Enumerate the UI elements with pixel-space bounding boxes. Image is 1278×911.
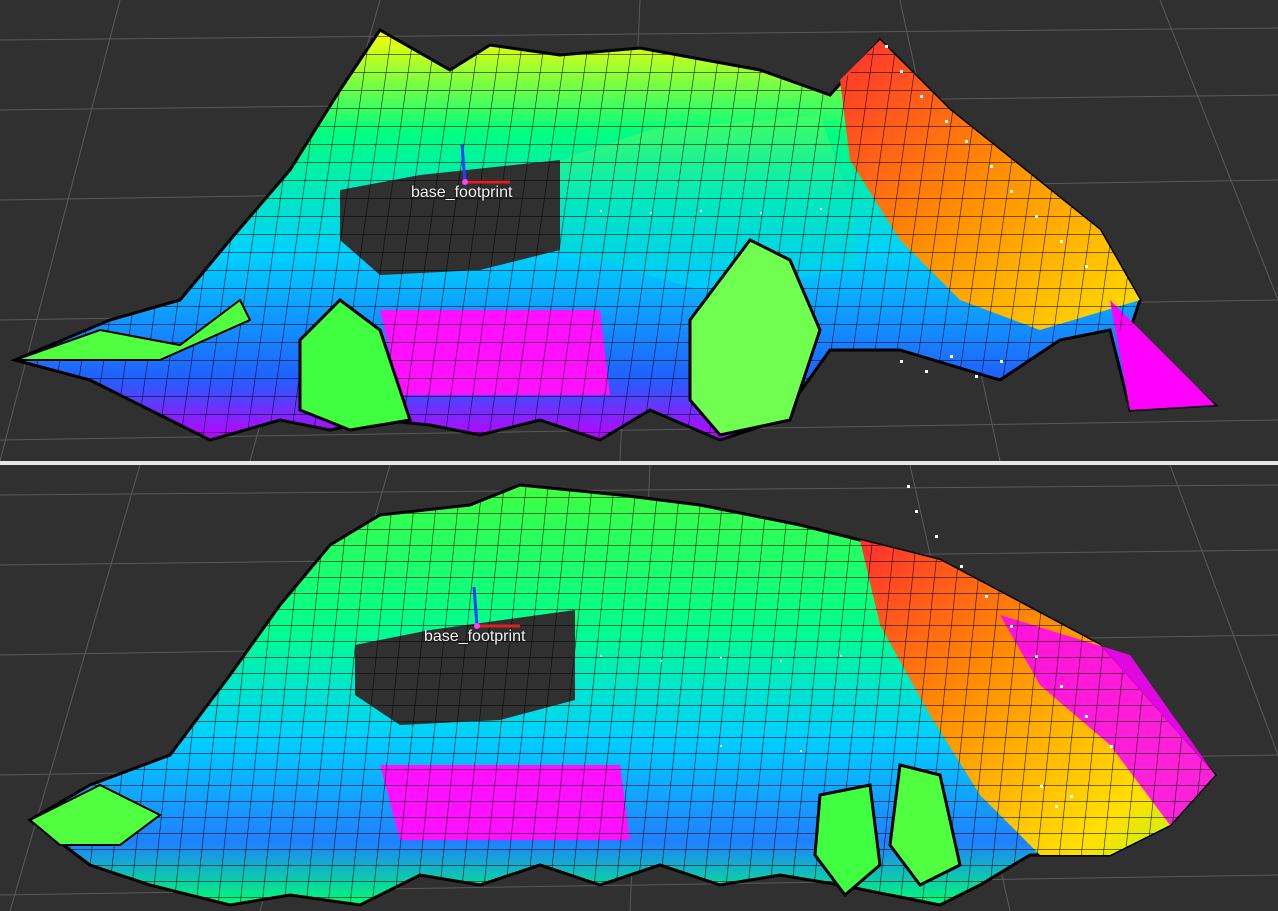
elevation-surface (10, 28, 1219, 442)
viewport-top[interactable]: base_footprint (0, 0, 1278, 461)
frame-label-base-footprint: base_footprint (411, 184, 513, 201)
elevation-surface (27, 483, 1218, 907)
elevation-map-top[interactable] (0, 0, 1278, 461)
viewport-bottom[interactable]: base_footprint (0, 465, 1278, 911)
frame-label-base-footprint: base_footprint (424, 628, 526, 645)
elevation-map-bottom[interactable] (0, 465, 1278, 911)
